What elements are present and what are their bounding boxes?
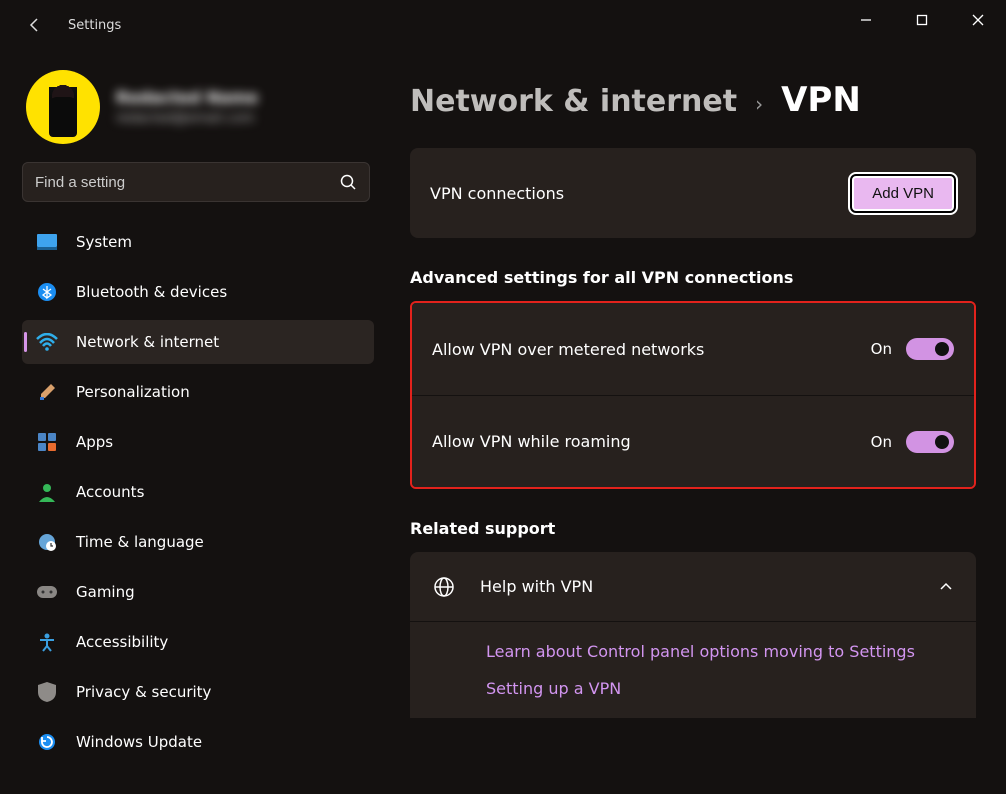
app-title: Settings [68,18,121,33]
arrow-left-icon [27,17,43,33]
gamepad-icon [36,581,58,603]
sidebar-item-label: Apps [76,433,113,451]
sidebar-item-accounts[interactable]: Accounts [22,470,374,514]
allow-vpn-roaming-row: Allow VPN while roaming On [412,395,974,487]
sidebar-item-privacy[interactable]: Privacy & security [22,670,374,714]
support-card: Help with VPN Learn about Control panel … [410,552,976,718]
sidebar-item-apps[interactable]: Apps [22,420,374,464]
breadcrumb-current: VPN [781,80,861,120]
sidebar-item-accessibility[interactable]: Accessibility [22,620,374,664]
sidebar-item-label: Gaming [76,583,135,601]
chevron-right-icon: › [755,92,763,116]
vpn-connections-label: VPN connections [430,184,564,203]
clock-globe-icon [36,531,58,553]
globe-help-icon [432,575,456,599]
sidebar-item-label: Personalization [76,383,190,401]
sidebar: Redacted Name redacted@email.com System … [0,50,390,794]
sidebar-item-time-language[interactable]: Time & language [22,520,374,564]
chevron-up-icon [938,579,954,595]
sidebar-item-network[interactable]: Network & internet [22,320,374,364]
allow-vpn-roaming-label: Allow VPN while roaming [432,432,631,451]
minimize-icon [860,14,872,26]
sidebar-item-system[interactable]: System [22,220,374,264]
paintbrush-icon [36,381,58,403]
sidebar-nav: System Bluetooth & devices Network & int… [22,220,370,770]
related-support-heading: Related support [410,519,976,538]
sidebar-item-gaming[interactable]: Gaming [22,570,374,614]
link-control-panel-options[interactable]: Learn about Control panel options moving… [486,642,954,661]
allow-vpn-metered-label: Allow VPN over metered networks [432,340,704,359]
shield-icon [36,681,58,703]
person-icon [36,481,58,503]
back-button[interactable] [20,10,50,40]
apps-icon [36,431,58,453]
breadcrumb-parent[interactable]: Network & internet [410,84,737,119]
allow-vpn-metered-toggle[interactable] [906,338,954,360]
search-input[interactable] [35,174,339,191]
allow-vpn-metered-state: On [871,340,892,358]
sidebar-item-bluetooth[interactable]: Bluetooth & devices [22,270,374,314]
maximize-icon [916,14,928,26]
minimize-button[interactable] [838,0,894,40]
allow-vpn-metered-row: Allow VPN over metered networks On [412,303,974,395]
vpn-connections-card: VPN connections Add VPN [410,148,976,238]
sidebar-item-label: Windows Update [76,733,202,751]
help-with-vpn-label: Help with VPN [480,577,593,596]
sidebar-item-label: Bluetooth & devices [76,283,227,301]
sidebar-item-personalization[interactable]: Personalization [22,370,374,414]
sidebar-item-label: Network & internet [76,333,219,351]
sidebar-item-label: Time & language [76,533,204,551]
breadcrumb: Network & internet › VPN [410,80,976,120]
help-with-vpn-header[interactable]: Help with VPN [410,552,976,622]
sidebar-item-label: Accessibility [76,633,168,651]
bluetooth-icon [36,281,58,303]
link-setting-up-vpn[interactable]: Setting up a VPN [486,679,954,698]
accessibility-icon [36,631,58,653]
advanced-settings-group: Allow VPN over metered networks On Allow… [410,301,976,489]
add-vpn-button[interactable]: Add VPN [850,174,956,213]
wifi-icon [36,331,58,353]
window-controls [838,0,1006,40]
support-links: Learn about Control panel options moving… [410,622,976,718]
system-icon [36,231,58,253]
sidebar-item-label: System [76,233,132,251]
main-content: Network & internet › VPN VPN connections… [390,50,1006,794]
close-icon [972,14,984,26]
search-icon [339,173,357,191]
maximize-button[interactable] [894,0,950,40]
avatar [26,70,100,144]
user-email: redacted@email.com [116,111,258,126]
sidebar-item-label: Accounts [76,483,144,501]
search-box[interactable] [22,162,370,202]
allow-vpn-roaming-toggle[interactable] [906,431,954,453]
advanced-heading: Advanced settings for all VPN connection… [410,268,976,287]
user-block[interactable]: Redacted Name redacted@email.com [22,70,370,144]
user-name: Redacted Name [116,88,258,107]
sidebar-item-windows-update[interactable]: Windows Update [22,720,374,764]
update-icon [36,731,58,753]
sidebar-item-label: Privacy & security [76,683,211,701]
close-button[interactable] [950,0,1006,40]
allow-vpn-roaming-state: On [871,433,892,451]
